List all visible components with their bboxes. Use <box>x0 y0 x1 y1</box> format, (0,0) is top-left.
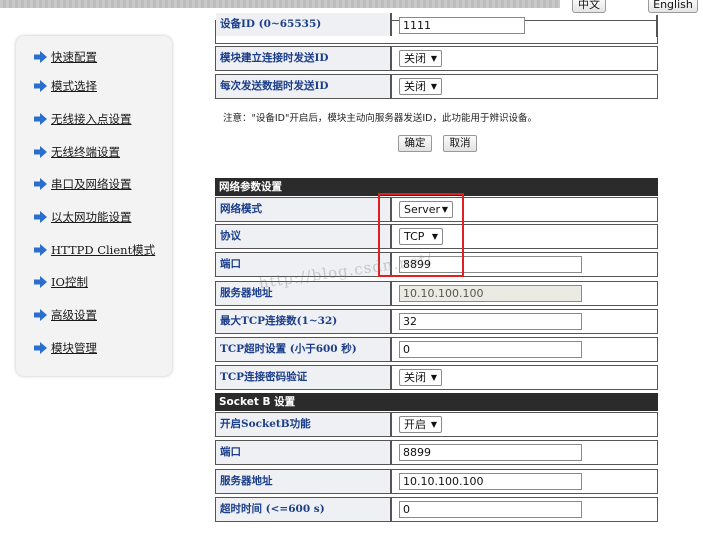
max-tcp-row: 最大TCP连接数(1~32) 32 <box>215 309 658 334</box>
send-on-connect-label: 模块建立连接时发送ID <box>216 47 392 70</box>
sidebar-item-quick-config[interactable]: 快速配置 <box>34 49 97 65</box>
socketb-timeout-row: 超时时间 (<=600 s) 0 <box>215 497 658 522</box>
arrow-right-icon <box>34 276 47 288</box>
tcp-password-select[interactable]: 关闭 ▼ <box>399 369 442 386</box>
socketb-port-label: 端口 <box>216 441 392 464</box>
send-each-cell: 关闭 ▼ <box>396 75 657 98</box>
device-id-note: 注意："设备ID"开启后，模块主动向服务器发送ID，此功能用于辨识设备。 <box>223 113 537 124</box>
protocol-label: 协议 <box>216 225 392 248</box>
socketb-enable-label: 开启SocketB功能 <box>216 413 392 436</box>
socketb-enable-row: 开启SocketB功能 开启 ▼ <box>215 412 658 437</box>
lang-chinese-button[interactable]: 中文 <box>572 0 606 13</box>
lang-english-button[interactable]: English <box>648 0 698 13</box>
max-tcp-label: 最大TCP连接数(1~32) <box>216 310 392 333</box>
chevron-down-icon: ▼ <box>430 373 437 382</box>
sidebar-item-label: 快速配置 <box>51 50 97 64</box>
socketb-server-input[interactable]: 10.10.100.100 <box>399 473 582 490</box>
device-id-label: 设备ID (0~65535) <box>216 13 392 36</box>
sidebar-item-io-control[interactable]: IO控制 <box>34 274 88 290</box>
tcp-password-label: TCP连接密码验证 <box>216 366 392 389</box>
sidebar-item-module-mgmt[interactable]: 模块管理 <box>34 340 97 356</box>
send-on-connect-row: 模块建立连接时发送ID 关闭 ▼ <box>215 46 658 71</box>
socketb-port-input[interactable]: 8899 <box>399 444 582 461</box>
tcp-password-value: 关闭 <box>404 371 426 384</box>
arrow-right-icon <box>34 80 47 92</box>
send-on-connect-select[interactable]: 关闭 ▼ <box>399 50 442 67</box>
socketb-timeout-label: 超时时间 (<=600 s) <box>216 498 392 521</box>
arrow-right-icon <box>34 342 47 354</box>
sidebar-item-httpd-client[interactable]: HTTPD Client模式 <box>34 242 155 258</box>
socketb-server-row: 服务器地址 10.10.100.100 <box>215 469 658 494</box>
device-id-cell: 1111 <box>396 17 657 44</box>
sidebar-item-label: 模块管理 <box>51 341 97 355</box>
tcp-password-cell: 关闭 ▼ <box>396 366 657 389</box>
socketb-server-cell: 10.10.100.100 <box>396 470 657 493</box>
arrow-right-icon <box>34 309 47 321</box>
sidebar-item-label: 串口及网络设置 <box>51 177 132 191</box>
socketb-port-cell: 8899 <box>396 441 657 464</box>
send-each-select[interactable]: 关闭 ▼ <box>399 78 442 95</box>
chevron-down-icon: ▼ <box>430 420 437 429</box>
sidebar-item-label: 模式选择 <box>51 79 97 93</box>
network-mode-label: 网络模式 <box>216 198 392 221</box>
socketb-enable-cell: 开启 ▼ <box>396 413 657 436</box>
sidebar-item-serial-network[interactable]: 串口及网络设置 <box>34 176 132 192</box>
arrow-right-icon <box>34 113 47 125</box>
socketb-timeout-cell: 0 <box>396 498 657 521</box>
sidebar-item-ap-settings[interactable]: 无线接入点设置 <box>34 111 132 127</box>
arrow-right-icon <box>34 244 47 256</box>
sidebar-item-label: 以太网功能设置 <box>51 210 132 224</box>
arrow-right-icon <box>34 178 47 190</box>
arrow-right-icon <box>34 51 47 63</box>
form-right-border <box>656 15 658 37</box>
send-on-connect-cell: 关闭 ▼ <box>396 47 657 70</box>
sidebar-item-label: 无线终端设置 <box>51 145 120 159</box>
send-each-row: 每次发送数据时发送ID 关闭 ▼ <box>215 74 658 99</box>
max-tcp-cell: 32 <box>396 310 657 333</box>
tcp-timeout-input[interactable]: 0 <box>399 341 582 358</box>
socketb-section-header: Socket B 设置 <box>215 393 658 411</box>
chevron-down-icon: ▼ <box>430 54 437 63</box>
sidebar-item-advanced[interactable]: 高级设置 <box>34 307 97 323</box>
send-on-connect-value: 关闭 <box>404 52 426 65</box>
socketb-enable-value: 开启 <box>404 418 426 431</box>
tcp-password-row: TCP连接密码验证 关闭 ▼ <box>215 365 658 390</box>
chevron-down-icon: ▼ <box>430 82 437 91</box>
tcp-timeout-row: TCP超时设置 (小于600 秒) 0 <box>215 337 658 362</box>
send-each-label: 每次发送数据时发送ID <box>216 75 392 98</box>
sidebar-item-label: HTTPD Client模式 <box>51 243 156 257</box>
server-address-cell: 10.10.100.100 <box>396 282 657 305</box>
socketb-timeout-input[interactable]: 0 <box>399 501 582 518</box>
arrow-right-icon <box>34 146 47 158</box>
top-stripe <box>0 0 560 8</box>
send-each-value: 关闭 <box>404 80 426 93</box>
sidebar-item-mode-select[interactable]: 模式选择 <box>34 78 97 94</box>
tcp-timeout-cell: 0 <box>396 338 657 361</box>
sidebar-item-label: IO控制 <box>51 275 88 289</box>
arrow-right-icon <box>34 211 47 223</box>
sidebar-item-ethernet[interactable]: 以太网功能设置 <box>34 209 132 225</box>
socketb-enable-select[interactable]: 开启 ▼ <box>399 416 442 433</box>
device-id-row: 设备ID (0~65535) 1111 <box>215 13 658 44</box>
sidebar-item-sta-settings[interactable]: 无线终端设置 <box>34 144 120 160</box>
max-tcp-input[interactable]: 32 <box>399 313 582 330</box>
device-id-input[interactable]: 1111 <box>399 17 525 34</box>
server-address-input: 10.10.100.100 <box>399 285 582 302</box>
cancel-button[interactable]: 取消 <box>443 135 477 152</box>
sidebar-item-label: 高级设置 <box>51 308 97 322</box>
tcp-timeout-label: TCP超时设置 (小于600 秒) <box>216 338 392 361</box>
sidebar-item-label: 无线接入点设置 <box>51 112 132 126</box>
ok-button[interactable]: 确定 <box>398 135 432 152</box>
socketb-port-row: 端口 8899 <box>215 440 658 465</box>
socketb-server-label: 服务器地址 <box>216 470 392 493</box>
